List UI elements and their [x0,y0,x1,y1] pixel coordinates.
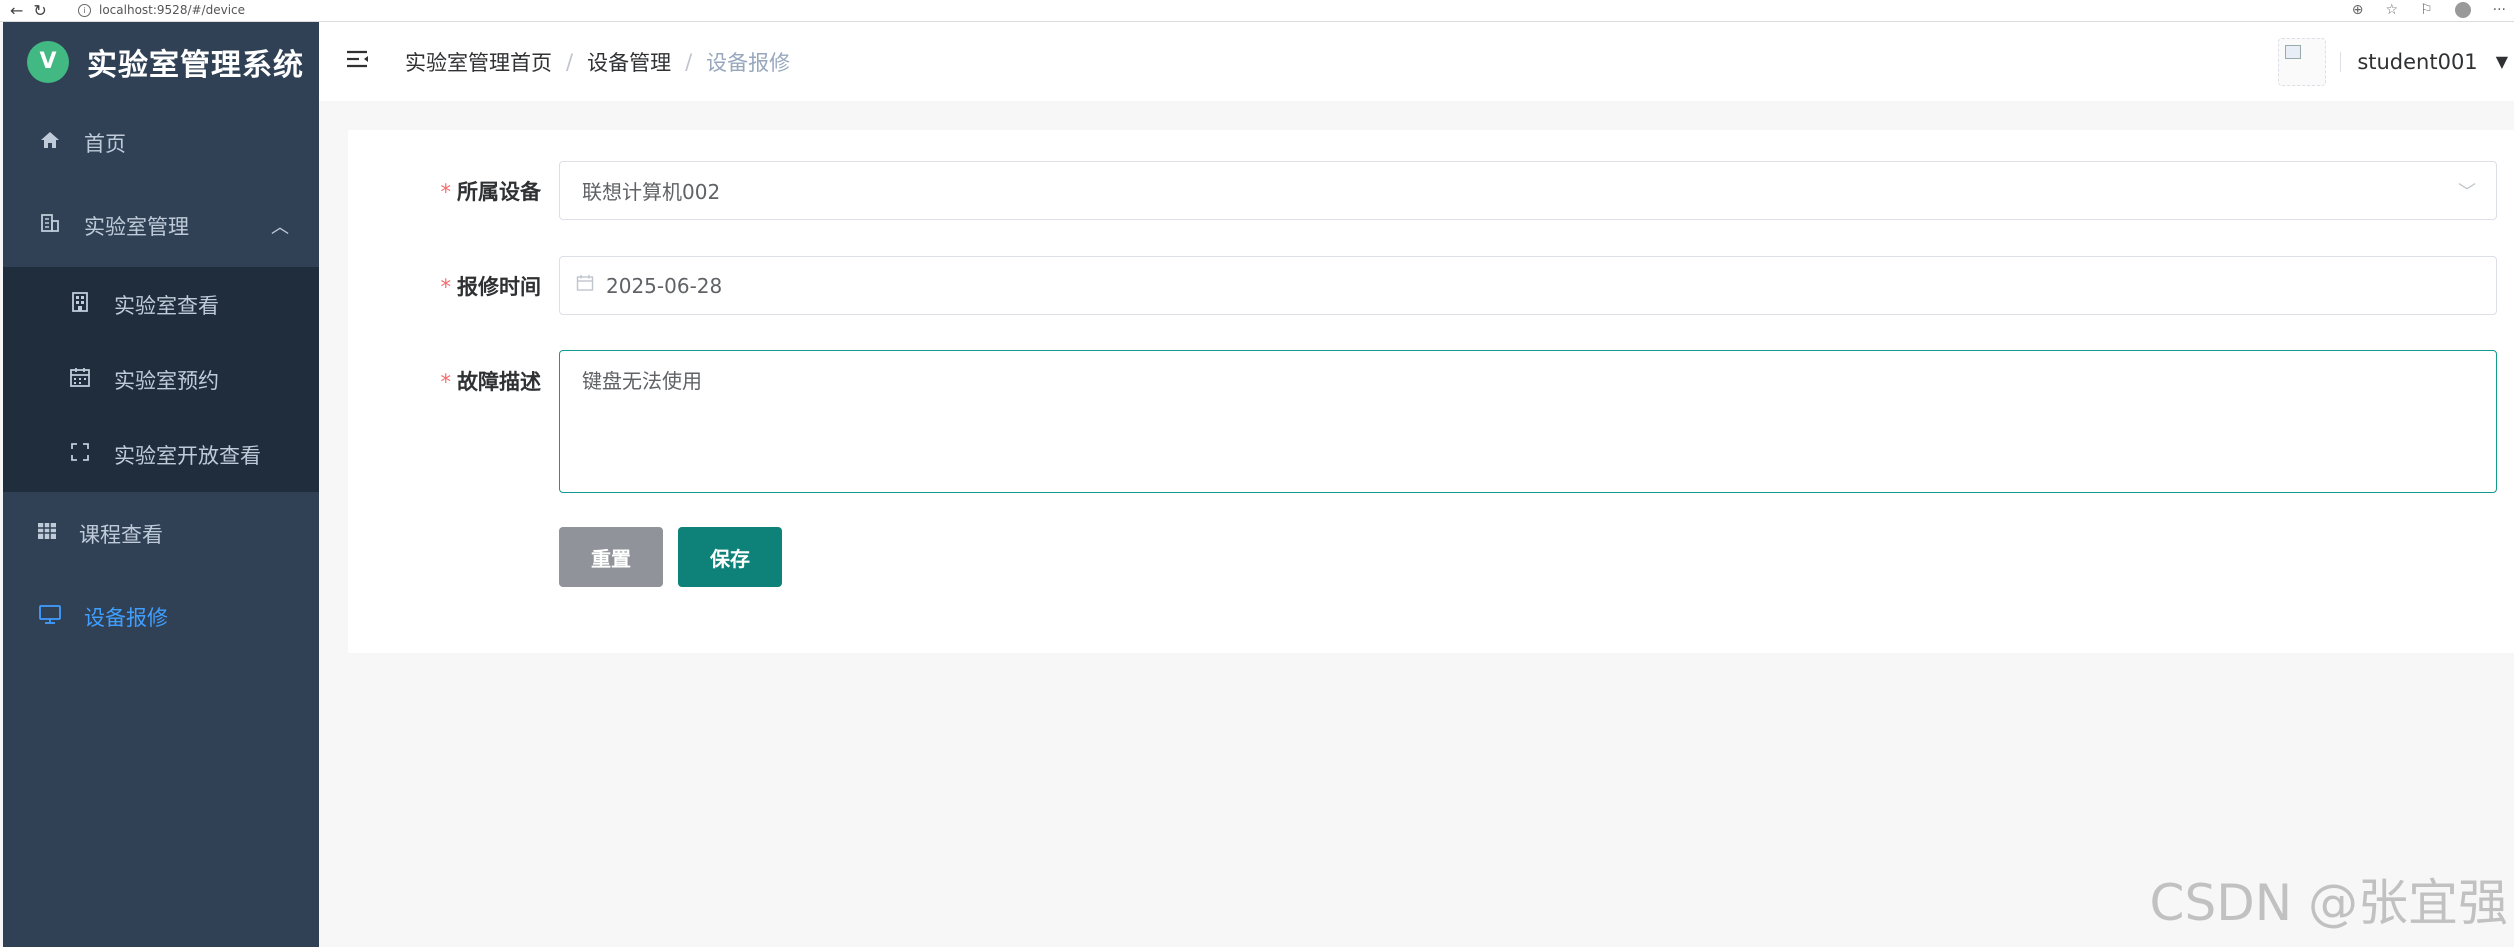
sidebar-item-label: 实验室查看 [114,293,219,318]
reload-icon[interactable]: ↻ [33,1,46,21]
top-navbar: 实验室管理首页 / 设备管理 / 设备报修 student001 ▼ [319,22,2514,101]
sidebar-item-label: 设备报修 [84,605,168,630]
fault-description-value: 键盘无法使用 [582,369,702,393]
breadcrumb-current: 设备报修 [706,50,791,75]
fullscreen-icon [66,441,94,469]
star-icon[interactable]: ☆ [2386,2,2399,18]
user-menu[interactable]: student001 ▼ [2278,22,2514,101]
username[interactable]: student001 [2357,50,2477,74]
repair-form-card: * 所属设备 联想计算机002 ﹀ * 报修时间 2025-06-28 * 故障描述 … [348,130,2514,653]
avatar[interactable] [2278,37,2327,86]
repair-time-label: * 报修时间 [440,275,542,299]
app-title: 实验室管理系统 [87,47,304,83]
browser-toolbar: ⊕ ☆ ⚐ ··· [2352,0,2506,20]
repair-date-value: 2025-06-28 [606,273,723,298]
caret-down-icon[interactable]: ▼ [2496,52,2508,71]
more-icon[interactable]: ··· [2493,2,2506,18]
office-icon [66,291,94,319]
browser-address-bar: ← ↻ i localhost:9528/#/device ⊕ ☆ ⚐ ··· [0,0,2514,22]
repair-date-picker[interactable]: 2025-06-28 [559,256,2497,315]
sidebar-item-device-repair[interactable]: 设备报修 [3,575,319,658]
profile-icon[interactable] [2454,2,2471,18]
sidebar-item-lab-open-view[interactable]: 实验室开放查看 [3,417,319,492]
sidebar-item-course-view[interactable]: 课程查看 [3,492,319,575]
sidebar-item-label: 实验室管理 [84,214,189,239]
fault-description-label: * 故障描述 [440,370,542,394]
sidebar-item-label: 实验室预约 [114,368,219,393]
url-text: localhost:9528/#/device [99,3,246,17]
sidebar-item-label: 课程查看 [79,522,163,547]
home-icon [36,129,64,157]
sidebar: V 实验室管理系统 首页 实验室管理 ︿ 实验室查看 实验室预约 实验室开放查看… [3,22,319,947]
divider [2340,51,2342,72]
device-select[interactable]: 联想计算机002 ﹀ [559,161,2497,220]
device-label: * 所属设备 [440,180,542,204]
watermark: CSDN @张宜强 [2149,874,2508,932]
grid-icon [33,520,61,548]
breadcrumb-separator: / [566,49,574,74]
calendar-icon [66,366,94,394]
calendar-icon [576,274,594,297]
extensions-icon[interactable]: ⚐ [2420,2,2433,18]
info-icon[interactable]: i [78,3,91,17]
breadcrumb-device-management[interactable]: 设备管理 [587,47,671,77]
required-mark: * [440,370,452,394]
building-icon [36,212,64,240]
save-button[interactable]: 保存 [678,527,782,587]
zoom-icon[interactable]: ⊕ [2352,2,2364,18]
reset-button[interactable]: 重置 [559,527,663,587]
sidebar-item-label: 首页 [84,131,126,156]
url-field[interactable]: i localhost:9528/#/device [78,0,2408,20]
monitor-icon [36,603,64,631]
sidebar-item-home[interactable]: 首页 [3,101,319,184]
sidebar-item-lab-booking[interactable]: 实验室预约 [3,342,319,417]
breadcrumb: 实验室管理首页 / 设备管理 / 设备报修 [405,47,790,77]
logo[interactable]: V 实验室管理系统 [3,22,319,101]
sidebar-item-lab-view[interactable]: 实验室查看 [3,267,319,342]
required-mark: * [440,180,452,204]
fault-description-textarea[interactable]: 键盘无法使用 [559,350,2497,493]
arrow-left-icon[interactable]: ← [10,1,23,21]
required-mark: * [440,275,452,299]
breadcrumb-separator: / [685,49,693,74]
chevron-up-icon: ︿ [271,216,289,238]
vue-logo-icon: V [27,40,69,83]
submenu-lab-management: 实验室查看 实验室预约 实验室开放查看 [3,267,319,492]
sidebar-item-lab-management[interactable]: 实验室管理 ︿ [3,184,319,267]
menu-toggle-icon[interactable] [345,47,371,77]
device-select-value: 联想计算机002 [582,180,721,204]
chevron-down-icon: ﹀ [2458,181,2476,203]
sidebar-item-label: 实验室开放查看 [114,443,261,468]
breadcrumb-home[interactable]: 实验室管理首页 [405,47,552,77]
